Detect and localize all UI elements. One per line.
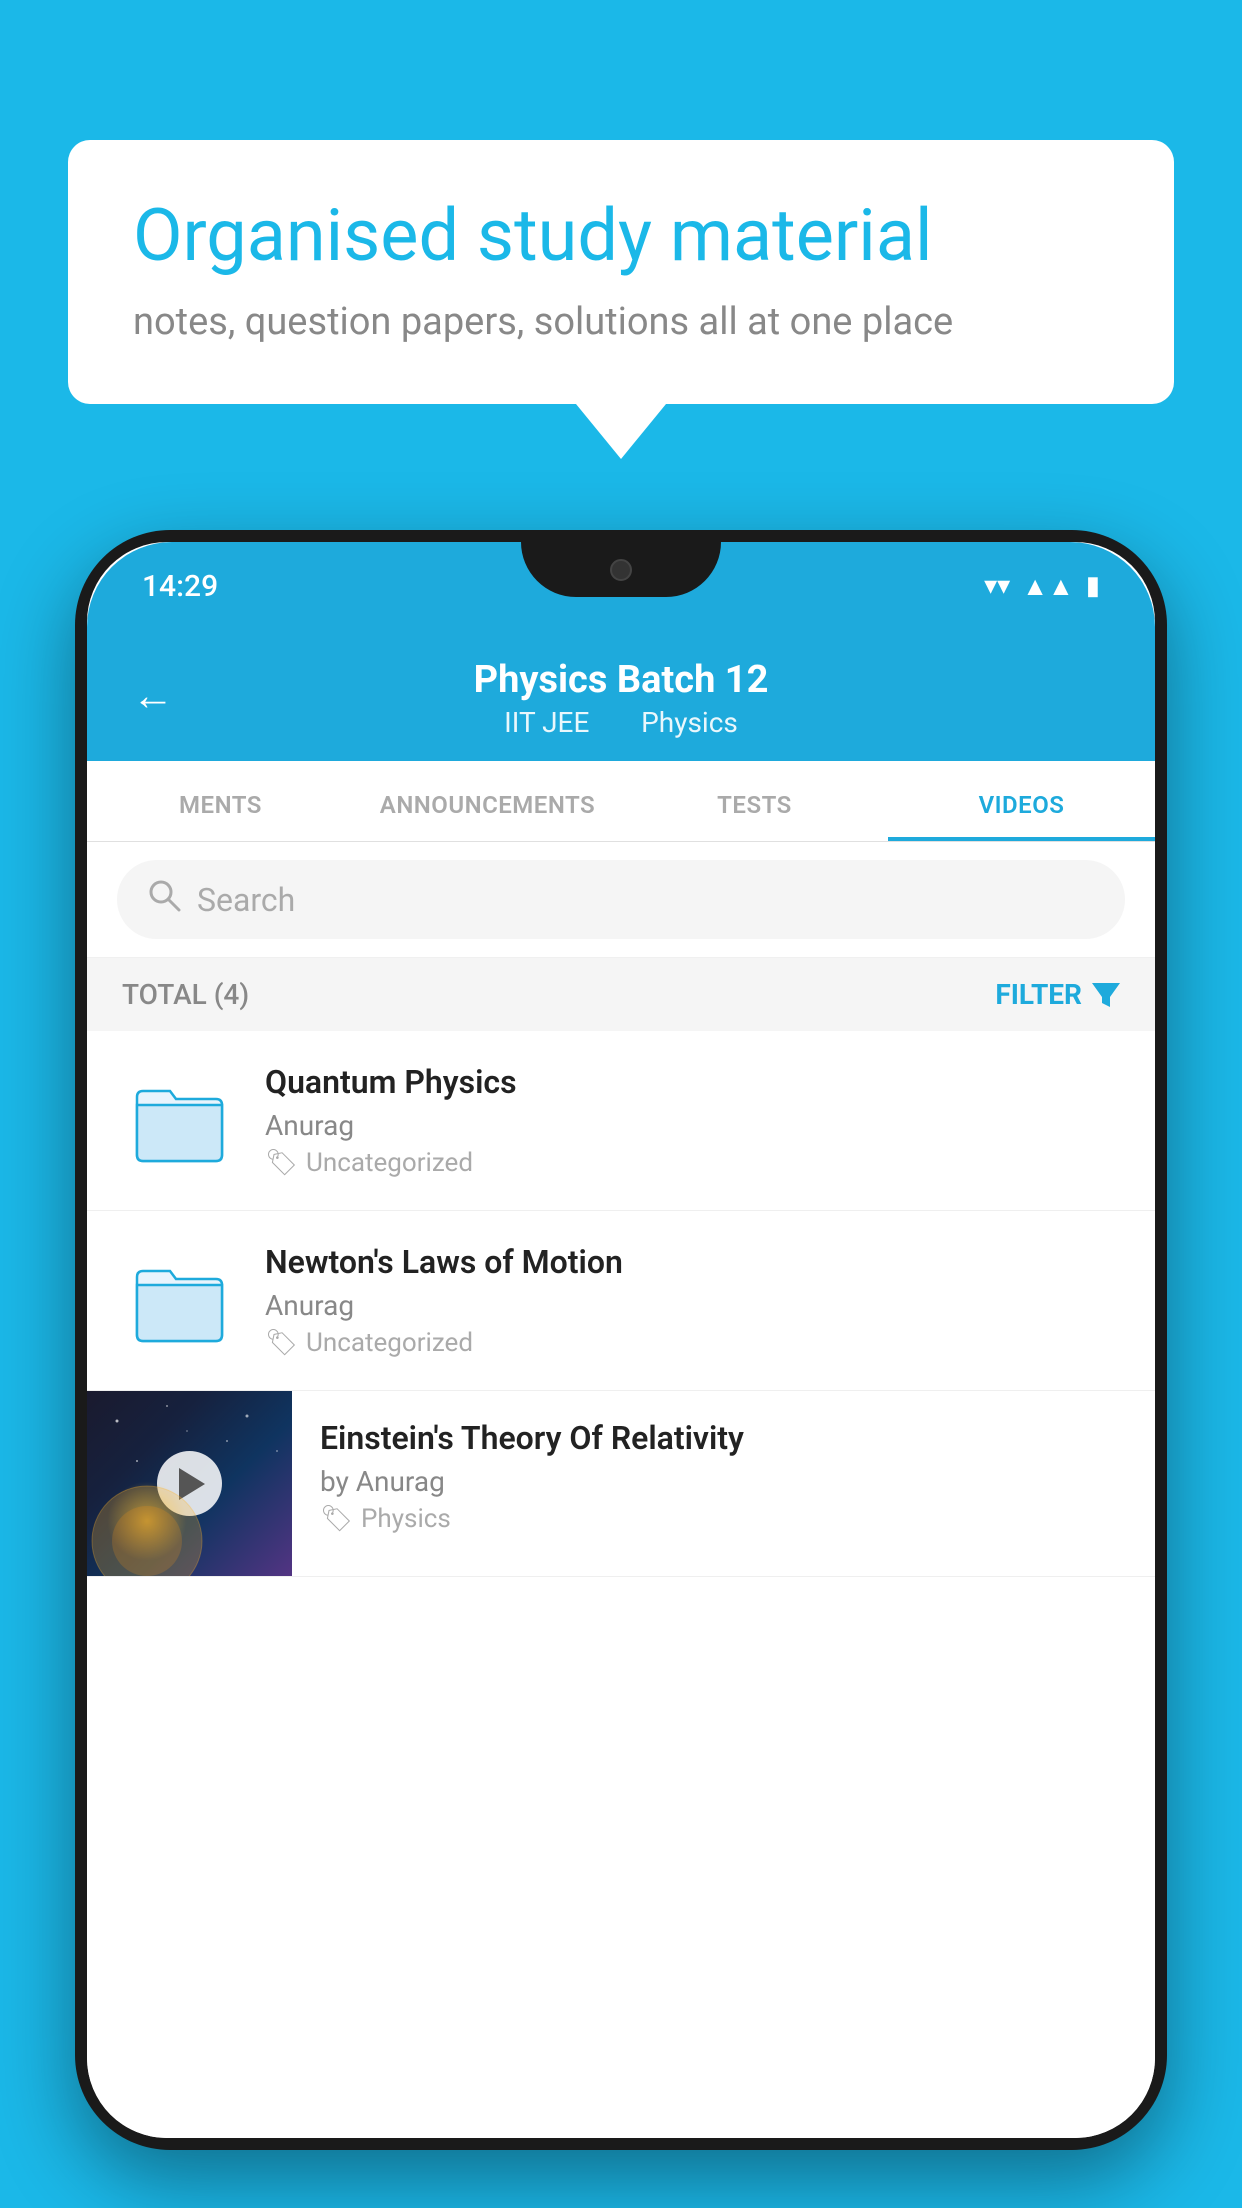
tag-icon-3: 🏷 — [320, 1504, 353, 1534]
folder-svg-2 — [132, 1257, 227, 1345]
video-tag-3: 🏷 Physics — [320, 1504, 1127, 1534]
app-header: ← Physics Batch 12 IIT JEE Physics — [87, 630, 1155, 761]
header-title: Physics Batch 12 — [132, 658, 1110, 702]
search-icon — [147, 878, 181, 921]
header-subtitle: IIT JEE Physics — [132, 706, 1110, 739]
total-label: TOTAL (4) — [122, 978, 249, 1011]
battery-icon: ▮ — [1086, 571, 1100, 601]
space-bg — [87, 1391, 292, 1576]
filter-bar: TOTAL (4) FILTER — [87, 958, 1155, 1031]
search-bar-container: Search — [87, 842, 1155, 958]
video-item-3[interactable]: Einstein's Theory Of Relativity by Anura… — [87, 1391, 1155, 1577]
video-info-3: Einstein's Theory Of Relativity by Anura… — [292, 1391, 1155, 1554]
speech-bubble-title: Organised study material — [133, 195, 1109, 278]
phone-outer-shell: 14:29 ▾▾ ▲▲ ▮ ← Physics Batch 12 IIT JEE… — [75, 530, 1167, 2150]
speech-bubble-section: Organised study material notes, question… — [68, 140, 1174, 459]
filter-icon — [1092, 983, 1120, 1007]
tabs-bar: MENTS ANNOUNCEMENTS TESTS VIDEOS — [87, 761, 1155, 842]
video-author-1: Anurag — [265, 1109, 1120, 1142]
tab-videos[interactable]: VIDEOS — [888, 761, 1155, 841]
video-title-1: Quantum Physics — [265, 1063, 1120, 1101]
search-bar[interactable]: Search — [117, 860, 1125, 939]
phone-mockup: 14:29 ▾▾ ▲▲ ▮ ← Physics Batch 12 IIT JEE… — [75, 530, 1167, 2208]
status-bar: 14:29 ▾▾ ▲▲ ▮ — [87, 542, 1155, 630]
tag-icon-2: 🏷 — [265, 1328, 298, 1358]
tab-ments[interactable]: MENTS — [87, 761, 354, 841]
folder-svg-1 — [132, 1077, 227, 1165]
video-tag-2: 🏷 Uncategorized — [265, 1328, 1120, 1358]
tab-announcements[interactable]: ANNOUNCEMENTS — [354, 761, 621, 841]
tag-icon-1: 🏷 — [265, 1148, 298, 1178]
header-subtitle-iitjee: IIT JEE — [504, 706, 589, 739]
video-info-2: Newton's Laws of Motion Anurag 🏷 Uncateg… — [265, 1243, 1120, 1358]
wifi-icon: ▾▾ — [984, 571, 1010, 601]
signal-icon: ▲▲ — [1022, 571, 1073, 602]
notch — [521, 542, 721, 597]
back-button[interactable]: ← — [132, 671, 174, 720]
speech-bubble-card: Organised study material notes, question… — [68, 140, 1174, 404]
video-info-1: Quantum Physics Anurag 🏷 Uncategorized — [265, 1063, 1120, 1178]
video-title-3: Einstein's Theory Of Relativity — [320, 1419, 1127, 1457]
folder-icon-1 — [122, 1063, 237, 1178]
status-icons: ▾▾ ▲▲ ▮ — [984, 571, 1100, 602]
video-author-3: by Anurag — [320, 1465, 1127, 1498]
speech-bubble-arrow — [576, 404, 666, 459]
search-input[interactable]: Search — [197, 881, 295, 919]
video-thumbnail-3 — [87, 1391, 292, 1576]
status-time: 14:29 — [142, 569, 218, 604]
speech-bubble-subtitle: notes, question papers, solutions all at… — [133, 300, 1109, 344]
folder-icon-2 — [122, 1243, 237, 1358]
filter-button[interactable]: FILTER — [995, 978, 1120, 1011]
video-author-2: Anurag — [265, 1289, 1120, 1322]
video-list: Quantum Physics Anurag 🏷 Uncategorized — [87, 1031, 1155, 2138]
header-subtitle-physics: Physics — [641, 706, 738, 739]
camera-dot — [610, 559, 632, 581]
phone-screen: 14:29 ▾▾ ▲▲ ▮ ← Physics Batch 12 IIT JEE… — [87, 542, 1155, 2138]
video-item-2[interactable]: Newton's Laws of Motion Anurag 🏷 Uncateg… — [87, 1211, 1155, 1391]
video-title-2: Newton's Laws of Motion — [265, 1243, 1120, 1281]
video-tag-1: 🏷 Uncategorized — [265, 1148, 1120, 1178]
video-item-1[interactable]: Quantum Physics Anurag 🏷 Uncategorized — [87, 1031, 1155, 1211]
tab-tests[interactable]: TESTS — [621, 761, 888, 841]
